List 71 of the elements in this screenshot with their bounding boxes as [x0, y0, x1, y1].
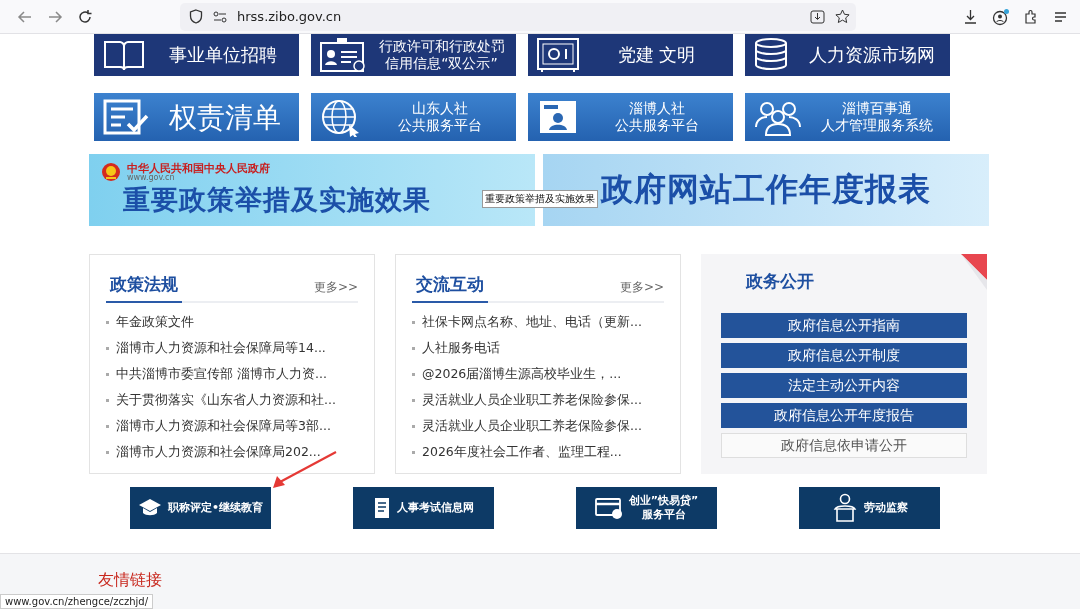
shield-icon[interactable]	[189, 9, 203, 24]
panel-title: 政策法规	[106, 273, 182, 303]
person-desk-icon	[831, 493, 858, 523]
banner-link[interactable]: 行政许可和行政处罚 信用信息“双公示”	[311, 34, 516, 76]
banner-title: 山东人社 公共服务平台	[396, 99, 483, 135]
banner-link[interactable]: 人力资源市场网	[745, 34, 950, 76]
banner-title: 淄博百事通 人才管理服务系统	[819, 99, 934, 135]
site-url: www.gov.cn	[127, 173, 175, 182]
more-link[interactable]: 更多>>	[313, 279, 358, 301]
feature-title: 重要政策举措及实施效果	[122, 183, 431, 217]
book-icon	[102, 38, 146, 72]
settings-icon[interactable]	[213, 10, 227, 23]
download-icon[interactable]	[963, 9, 978, 24]
news-link[interactable]: 人社服务电话	[412, 335, 664, 361]
tooltip: 重要政策举措及实施效果	[482, 190, 598, 208]
banner-link[interactable]: 淄博百事通 人才管理服务系统	[745, 93, 950, 141]
panel-title: 政务公开	[745, 270, 815, 293]
info-link-button[interactable]: 政府信息公开制度	[721, 343, 967, 368]
checklist-icon	[102, 97, 150, 137]
star-icon[interactable]	[835, 9, 850, 24]
news-link[interactable]: 年金政策文件	[106, 309, 358, 335]
reload-icon[interactable]	[77, 8, 93, 25]
banner-title: 淄博人社 公共服务平台	[613, 99, 700, 135]
info-link-button[interactable]: 政府信息公开指南	[721, 313, 967, 338]
news-link[interactable]: 淄博市人力资源和社会保障局等3部...	[106, 413, 358, 439]
safe-icon	[536, 37, 580, 73]
info-link-button[interactable]: 法定主动公开内容	[721, 373, 967, 398]
info-link-button[interactable]: 政府信息公开年度报告	[721, 403, 967, 428]
service-button[interactable]: 劳动监察	[799, 487, 940, 529]
news-link[interactable]: 2026年度社会工作者、监理工程...	[412, 439, 664, 465]
news-link[interactable]: 社保卡网点名称、地址、电话（更新...	[412, 309, 664, 335]
banner-title: 人力资源市场网	[807, 43, 936, 67]
news-link[interactable]: 淄博市人力资源和社会保障局等14...	[106, 335, 358, 361]
banner-title: 事业单位招聘	[167, 43, 278, 67]
back-icon[interactable]	[17, 8, 33, 25]
document-icon	[373, 497, 391, 519]
banner-link[interactable]: 事业单位招聘	[94, 34, 299, 76]
card-icon	[594, 496, 623, 520]
feature-title: 政府网站工作年度报表	[601, 169, 931, 210]
service-button[interactable]: 人事考试信息网	[353, 487, 494, 529]
news-link[interactable]: 中共淄博市委宣传部 淄博市人力资...	[106, 361, 358, 387]
service-button[interactable]: 职称评定•继续教育	[130, 487, 271, 529]
site-name: 中华人民共和国中央人民政府	[127, 162, 270, 174]
news-link[interactable]: @2026届淄博生源高校毕业生，...	[412, 361, 664, 387]
section-title: 友情链接	[98, 570, 162, 591]
banner-title: 权责清单	[167, 99, 282, 135]
banner-link[interactable]: 淄博人社 公共服务平台	[528, 93, 733, 141]
info-link-button[interactable]: 政府信息依申请公开	[721, 433, 967, 458]
status-url: www.gov.cn/zhengce/zczhjd/	[0, 594, 154, 609]
account-icon[interactable]	[992, 7, 1010, 26]
service-button[interactable]: 创业”快易贷” 服务平台	[576, 487, 717, 529]
extensions-icon[interactable]	[1024, 9, 1039, 24]
news-link[interactable]: 灵活就业人员企业职工养老保险参保...	[412, 413, 664, 439]
id-card-icon	[319, 37, 367, 73]
more-link[interactable]: 更多>>	[619, 279, 664, 301]
panel-title: 交流互动	[412, 273, 488, 303]
download-box-icon[interactable]	[810, 9, 825, 24]
menu-icon[interactable]	[1053, 9, 1068, 24]
news-link[interactable]: 关于贯彻落实《山东省人力资源和社...	[106, 387, 358, 413]
folded-corner-icon	[961, 254, 987, 290]
banner-link[interactable]: 权责清单	[94, 93, 299, 141]
banner-link[interactable]: 党建 文明	[528, 34, 733, 76]
forward-icon[interactable]	[47, 8, 63, 25]
banner-link[interactable]: 山东人社 公共服务平台	[311, 93, 516, 141]
news-link[interactable]: 淄博市人力资源和社会保障局202...	[106, 439, 358, 465]
url-text: hrss.zibo.gov.cn	[237, 9, 342, 24]
emblem-icon	[101, 162, 121, 182]
news-link[interactable]: 灵活就业人员企业职工养老保险参保...	[412, 387, 664, 413]
banner-title: 行政许可和行政处罚 信用信息“双公示”	[377, 37, 506, 73]
banner-title: 党建 文明	[616, 43, 697, 67]
address-bar[interactable]: hrss.zibo.gov.cn	[180, 2, 856, 31]
